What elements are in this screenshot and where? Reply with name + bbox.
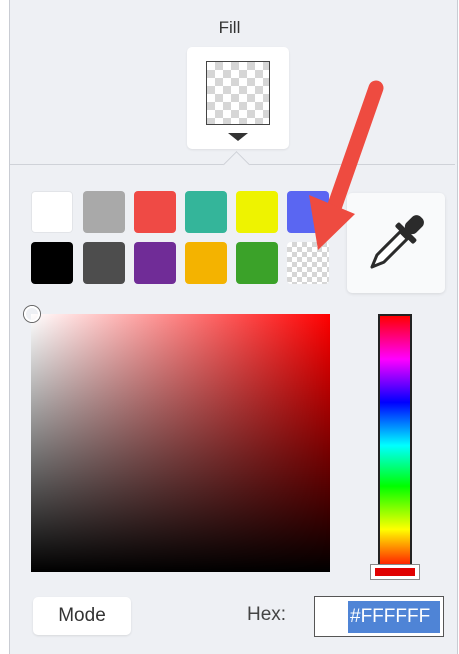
swatch-purple[interactable]: [134, 242, 176, 284]
fill-dropdown-button[interactable]: [187, 47, 289, 149]
hex-label: Hex:: [247, 604, 287, 625]
saturation-value-handle[interactable]: [24, 306, 40, 322]
swatch-light-gray[interactable]: [83, 191, 125, 233]
swatch-transparent[interactable]: [287, 242, 329, 284]
caret-down-icon: [228, 133, 248, 141]
swatch-white[interactable]: [31, 191, 73, 233]
hex-input[interactable]: [314, 596, 444, 637]
fill-title: Fill: [218, 18, 241, 37]
swatch-green[interactable]: [236, 242, 278, 284]
hue-slider[interactable]: [378, 314, 412, 572]
hue-handle-indicator: [375, 568, 415, 576]
swatch-yellow[interactable]: [236, 191, 278, 233]
swatch-red[interactable]: [134, 191, 176, 233]
fill-preview-swatch: [206, 61, 270, 125]
swatch-teal[interactable]: [185, 191, 227, 233]
mode-button[interactable]: Mode: [33, 597, 131, 635]
eyedropper-icon: [370, 215, 424, 269]
swatch-orange[interactable]: [185, 242, 227, 284]
swatch-dark-gray[interactable]: [83, 242, 125, 284]
swatch-blue[interactable]: [287, 191, 329, 233]
eyedropper-button[interactable]: [347, 193, 445, 293]
swatch-black[interactable]: [31, 242, 73, 284]
hue-slider-handle[interactable]: [370, 564, 420, 580]
saturation-value-area[interactable]: [31, 314, 330, 572]
